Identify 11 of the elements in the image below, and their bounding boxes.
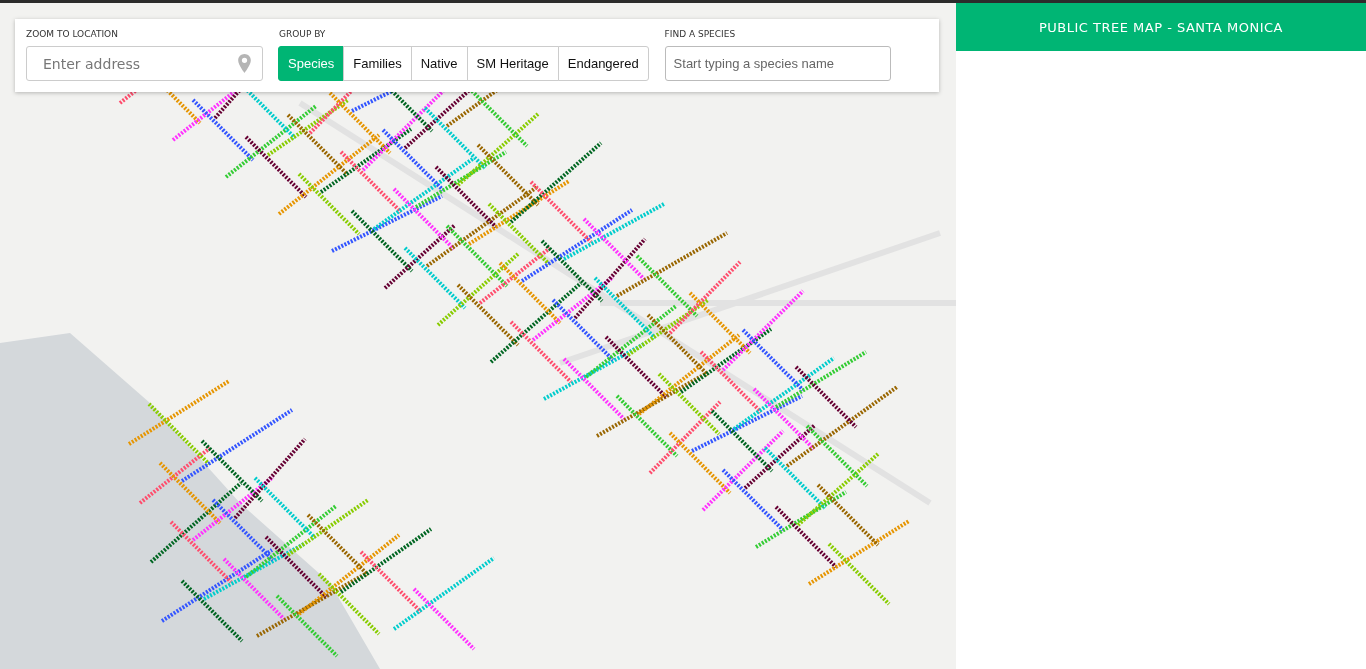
location-pin-icon xyxy=(238,54,251,73)
species-search-field[interactable]: Start typing a species name xyxy=(664,46,891,81)
group-by-button[interactable]: Native xyxy=(410,46,468,81)
field-label: GROUP BY xyxy=(279,29,327,41)
field-label: FIND A SPECIES xyxy=(664,29,737,41)
group-by-button[interactable]: SM Heritage xyxy=(466,46,559,81)
field-label: ZOOM TO LOCATION xyxy=(26,29,119,41)
group-by-button[interactable]: Endangered xyxy=(557,46,649,81)
address-field[interactable]: Enter address xyxy=(26,46,263,81)
group-by-button[interactable]: Families xyxy=(343,46,412,81)
panel-header: PUBLIC TREE MAP - SANTA MONICA xyxy=(956,3,1366,51)
